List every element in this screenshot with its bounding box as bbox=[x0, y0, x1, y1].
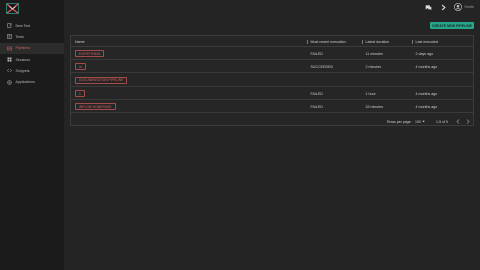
latest-duration: 33 minutes bbox=[365, 104, 384, 109]
column-header-last-executed[interactable]: Last executed bbox=[416, 40, 438, 44]
top-bar-actions: Smith bbox=[424, 3, 474, 11]
last-executed: 2 days ago bbox=[415, 51, 434, 56]
chevron-left-icon[interactable] bbox=[456, 119, 460, 124]
sidebar-item-label: Tests bbox=[15, 34, 24, 39]
table-row[interactable]: INFLOW HOMEPAGE FAILED 33 minutes 4 mont… bbox=[71, 100, 473, 113]
latest-duration: 11 minutes bbox=[365, 51, 383, 56]
sidebar-item-label: Applications bbox=[15, 80, 35, 85]
rows-per-page-value: 100 bbox=[415, 119, 421, 124]
table-pagination: Rows per page: 100 1-5 of 5 bbox=[71, 116, 473, 127]
sidebar-item-applications[interactable]: Applications bbox=[0, 76, 64, 87]
last-executed: 4 months ago bbox=[415, 91, 438, 96]
sidebar-item-pipelines[interactable]: Pipelines bbox=[0, 42, 64, 54]
pipeline-name-chip[interactable]: 1 bbox=[75, 90, 85, 97]
sidebar-item-label: Snippets bbox=[15, 68, 30, 73]
table-row[interactable]: DOCUMENTATION PIPELINE bbox=[71, 73, 473, 87]
sidebar-item-label: Pipelines bbox=[15, 46, 31, 51]
sidebar-item-snippets[interactable]: Snippets bbox=[0, 65, 64, 76]
table-header: Name Most recent execution Latest durati… bbox=[71, 36, 473, 47]
latest-duration: 2 minutes bbox=[365, 64, 382, 69]
caret-down-icon bbox=[422, 120, 425, 123]
recent-execution: FAILED bbox=[310, 91, 323, 96]
user-name: Smith bbox=[464, 5, 474, 9]
pipelines-table: Name Most recent execution Latest durati… bbox=[70, 35, 474, 126]
new-test-icon bbox=[7, 23, 12, 28]
top-bar: Smith bbox=[64, 0, 480, 16]
pipeline-name-chip[interactable]: EVERYTHING bbox=[75, 50, 105, 57]
rows-per-page-select[interactable]: 100 bbox=[415, 120, 425, 124]
column-separator[interactable] bbox=[412, 39, 413, 44]
column-header-recent[interactable]: Most recent execution bbox=[311, 40, 346, 44]
rows-per-page-label: Rows per page: bbox=[387, 119, 412, 124]
column-header-name[interactable]: Name bbox=[75, 40, 85, 44]
pagination-range: 1-5 of 5 bbox=[436, 119, 448, 124]
table-row[interactable]: m SUCCEEDED 2 minutes 4 months ago bbox=[71, 60, 473, 73]
pipeline-name-chip[interactable]: INFLOW HOMEPAGE bbox=[75, 103, 116, 110]
sidebar: New Test Tests Pipelines Sessions Snippe… bbox=[0, 0, 64, 270]
sidebar-item-label: New Test bbox=[15, 23, 31, 28]
recent-execution: SUCCEEDED bbox=[310, 64, 334, 69]
table-row[interactable]: 1 FAILED 1 hour 4 months ago bbox=[71, 87, 473, 100]
latest-duration: 1 hour bbox=[365, 91, 376, 96]
recent-execution: FAILED bbox=[310, 104, 323, 109]
sidebar-nav: New Test Tests Pipelines Sessions Snippe… bbox=[0, 20, 64, 88]
sidebar-item-tests[interactable]: Tests bbox=[0, 31, 64, 42]
snippets-icon bbox=[7, 68, 12, 73]
column-separator[interactable] bbox=[307, 39, 308, 44]
chevron-right-icon[interactable] bbox=[439, 3, 447, 11]
table-row[interactable]: EVERYTHING FAILED 11 minutes 2 days ago bbox=[71, 47, 473, 60]
pipelines-icon bbox=[7, 46, 12, 51]
avatar bbox=[454, 3, 463, 11]
column-header-duration[interactable]: Latest duration bbox=[366, 40, 390, 44]
pipeline-name-chip[interactable]: m bbox=[75, 63, 86, 70]
tests-icon bbox=[7, 34, 12, 40]
applications-icon bbox=[7, 79, 12, 85]
last-executed: 4 months ago bbox=[415, 104, 438, 109]
user-menu[interactable]: Smith bbox=[454, 3, 474, 11]
create-pipeline-button[interactable]: CREATE NEW PIPELINE bbox=[430, 22, 474, 29]
app-logo[interactable] bbox=[6, 3, 19, 14]
recent-execution: FAILED bbox=[310, 51, 323, 56]
sidebar-item-sessions[interactable]: Sessions bbox=[0, 54, 64, 65]
chevron-right-icon[interactable] bbox=[466, 119, 470, 124]
column-separator[interactable] bbox=[362, 39, 363, 44]
last-executed: 4 months ago bbox=[415, 64, 438, 69]
pipeline-name-chip[interactable]: DOCUMENTATION PIPELINE bbox=[75, 76, 128, 84]
chat-icon[interactable] bbox=[424, 3, 432, 11]
sidebar-item-label: Sessions bbox=[15, 57, 31, 62]
sessions-icon bbox=[7, 57, 12, 62]
sidebar-item-new-test[interactable]: New Test bbox=[0, 20, 64, 31]
